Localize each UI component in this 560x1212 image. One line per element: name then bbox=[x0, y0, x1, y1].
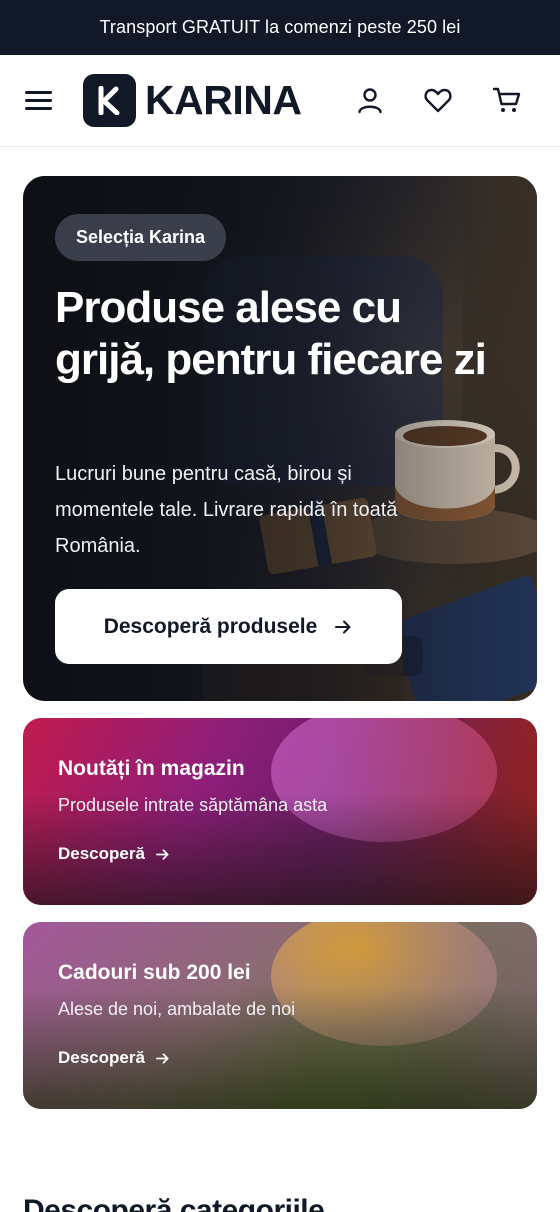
promo-card-subtitle: Alese de noi, ambalate de noi bbox=[58, 999, 296, 1019]
menu-icon[interactable] bbox=[25, 89, 53, 111]
promo-card-gifts[interactable]: Cadouri sub 200 lei Alese de noi, ambala… bbox=[23, 922, 537, 1109]
promo-card-link-label: Descoperă bbox=[58, 1048, 145, 1067]
arrow-right-icon bbox=[155, 1052, 169, 1064]
discover-products-button[interactable]: Descoperă produsele bbox=[55, 589, 402, 664]
hero-badge: Selecția Karina bbox=[55, 214, 227, 261]
announcement-bar: Transport GRATUIT la comenzi peste 250 l… bbox=[0, 0, 560, 55]
arrow-right-icon bbox=[335, 620, 351, 633]
hero-subtitle: Lucruri bune pentru casă, birou și momen… bbox=[55, 463, 398, 557]
hero-banner: Selecția Karina Produse alese cu grijă, … bbox=[23, 176, 537, 701]
user-icon[interactable] bbox=[355, 85, 385, 115]
discover-products-label: Descoperă produsele bbox=[103, 614, 318, 638]
promo-card-link-label: Descoperă bbox=[58, 844, 145, 863]
logo[interactable]: KARINA bbox=[83, 74, 302, 127]
site-header: KARINA bbox=[0, 55, 560, 147]
hero-title: Produse alese cu grijă, pentru fiecare z… bbox=[55, 283, 487, 384]
promo-card-link[interactable]: Descoperă bbox=[58, 844, 170, 864]
arrow-right-icon bbox=[155, 848, 169, 860]
logo-text: KARINA bbox=[145, 77, 302, 123]
promo-card-new-arrivals[interactable]: Noutăți în magazin Produsele intrate săp… bbox=[23, 718, 537, 905]
logo-mark bbox=[83, 74, 136, 127]
cart-icon[interactable] bbox=[492, 85, 522, 115]
promo-card-title: Cadouri sub 200 lei bbox=[58, 961, 251, 984]
categories-title: Descoperă categoriile bbox=[23, 1194, 325, 1212]
promo-card-subtitle: Produsele intrate săptămâna asta bbox=[58, 795, 328, 815]
promo-card-title: Noutăți în magazin bbox=[58, 757, 245, 780]
announcement-text: Transport GRATUIT la comenzi peste 250 l… bbox=[99, 17, 461, 37]
promo-card-link[interactable]: Descoperă bbox=[58, 1048, 170, 1068]
heart-icon[interactable] bbox=[423, 85, 453, 115]
